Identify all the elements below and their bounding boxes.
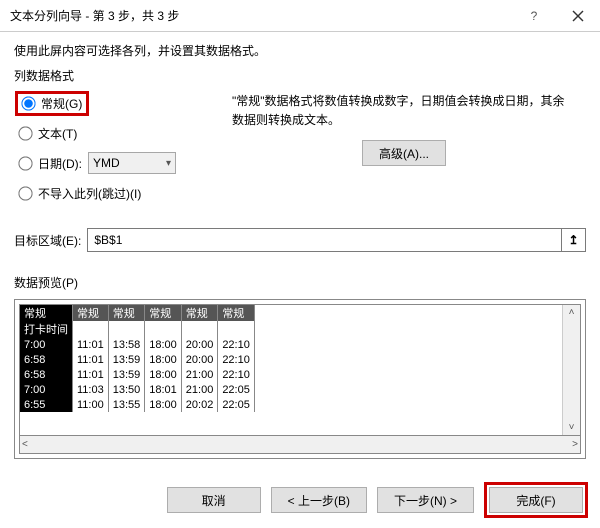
instruction-text: 使用此屏内容可选择各列，并设置其数据格式。 <box>14 42 586 59</box>
cell: 21:00 <box>181 382 218 397</box>
column-header[interactable]: 常规 <box>218 305 255 321</box>
cell: 11:01 <box>73 352 109 367</box>
destination-input[interactable] <box>88 229 561 251</box>
cell: 18:00 <box>145 337 182 352</box>
cell: 22:10 <box>218 352 255 367</box>
cell <box>145 321 182 337</box>
cell: 20:02 <box>181 397 218 412</box>
cell: 11:01 <box>73 367 109 382</box>
cell: 18:00 <box>145 397 182 412</box>
cell: 6:55 <box>20 397 73 412</box>
cell: 6:58 <box>20 352 73 367</box>
title-bar: 文本分列向导 - 第 3 步，共 3 步 ? <box>0 0 600 32</box>
horizontal-scrollbar[interactable]: ˂ ˃ <box>19 436 581 454</box>
cell: 7:00 <box>20 382 73 397</box>
preview-grid[interactable]: 常规常规常规常规常规常规打卡时间7:0011:0113:5818:0020:00… <box>20 305 562 435</box>
cell: 18:00 <box>145 367 182 382</box>
format-radio-group: 常规(G) 文本(T) 日期(D): YMD ▾ 不 <box>14 88 214 210</box>
column-header[interactable]: 常规 <box>145 305 182 321</box>
vertical-scrollbar[interactable]: ˄ ˅ <box>562 305 580 435</box>
radio-skip[interactable] <box>18 186 32 200</box>
cell: 11:01 <box>73 337 109 352</box>
radio-skip-label: 不导入此列(跳过)(I) <box>38 185 141 202</box>
cell: 13:59 <box>108 367 145 382</box>
dialog-footer: 取消 < 上一步(B) 下一步(N) > 完成(F) <box>167 482 588 518</box>
scroll-right-icon: ˃ <box>572 437 578 452</box>
destination-input-wrap: ↥ <box>87 228 586 252</box>
column-format-label: 列数据格式 <box>14 67 586 84</box>
cell: 13:59 <box>108 352 145 367</box>
destination-label: 目标区域(E): <box>14 232 81 249</box>
cell: 打卡时间 <box>20 321 73 337</box>
column-header[interactable]: 常规 <box>181 305 218 321</box>
close-button[interactable] <box>556 0 600 32</box>
radio-general[interactable] <box>21 96 35 110</box>
scroll-left-icon: ˂ <box>22 437 28 452</box>
column-header[interactable]: 常规 <box>108 305 145 321</box>
chevron-down-icon: ▾ <box>166 158 171 169</box>
cell <box>108 321 145 337</box>
cell: 6:58 <box>20 367 73 382</box>
scroll-down-icon: ˅ <box>569 420 575 435</box>
cell: 20:00 <box>181 352 218 367</box>
next-button: 下一步(N) > <box>377 487 474 513</box>
close-icon <box>572 10 584 22</box>
cell: 22:10 <box>218 337 255 352</box>
scroll-up-icon: ˄ <box>569 305 575 320</box>
general-highlight: 常规(G) <box>15 91 89 116</box>
radio-text-label: 文本(T) <box>38 125 77 142</box>
cell: 18:01 <box>145 382 182 397</box>
cell: 22:10 <box>218 367 255 382</box>
cell: 11:00 <box>73 397 109 412</box>
finish-highlight: 完成(F) <box>484 482 588 518</box>
preview-box: 常规常规常规常规常规常规打卡时间7:0011:0113:5818:0020:00… <box>14 299 586 459</box>
cell: 18:00 <box>145 352 182 367</box>
cell <box>218 321 255 337</box>
column-header[interactable]: 常规 <box>20 305 73 321</box>
preview-label: 数据预览(P) <box>14 274 586 291</box>
date-format-select[interactable]: YMD ▾ <box>88 152 176 174</box>
radio-date[interactable] <box>18 156 32 170</box>
radio-date-label: 日期(D): <box>38 155 82 172</box>
dialog-text-to-columns: 文本分列向导 - 第 3 步，共 3 步 ? 使用此屏内容可选择各列，并设置其数… <box>0 0 600 528</box>
back-button[interactable]: < 上一步(B) <box>271 487 367 513</box>
format-description: "常规"数据格式将数值转换成数字，日期值会转换成日期，其余数据则转换成文本。 <box>232 92 576 130</box>
dialog-title: 文本分列向导 - 第 3 步，共 3 步 <box>10 7 512 24</box>
column-header[interactable]: 常规 <box>73 305 109 321</box>
help-button[interactable]: ? <box>512 0 556 32</box>
cell: 7:00 <box>20 337 73 352</box>
cell: 13:50 <box>108 382 145 397</box>
cell: 20:00 <box>181 337 218 352</box>
radio-general-label: 常规(G) <box>41 95 82 112</box>
cancel-button[interactable]: 取消 <box>167 487 261 513</box>
cell: 22:05 <box>218 397 255 412</box>
cell: 13:58 <box>108 337 145 352</box>
radio-text[interactable] <box>18 126 32 140</box>
cell: 21:00 <box>181 367 218 382</box>
range-picker-button[interactable]: ↥ <box>561 229 585 251</box>
cell <box>181 321 218 337</box>
cell: 11:03 <box>73 382 109 397</box>
cell: 22:05 <box>218 382 255 397</box>
advanced-button[interactable]: 高级(A)... <box>362 140 446 166</box>
range-picker-icon: ↥ <box>568 233 578 247</box>
cell: 13:55 <box>108 397 145 412</box>
cell <box>73 321 109 337</box>
finish-button[interactable]: 完成(F) <box>489 487 583 513</box>
date-format-value: YMD <box>93 156 120 170</box>
